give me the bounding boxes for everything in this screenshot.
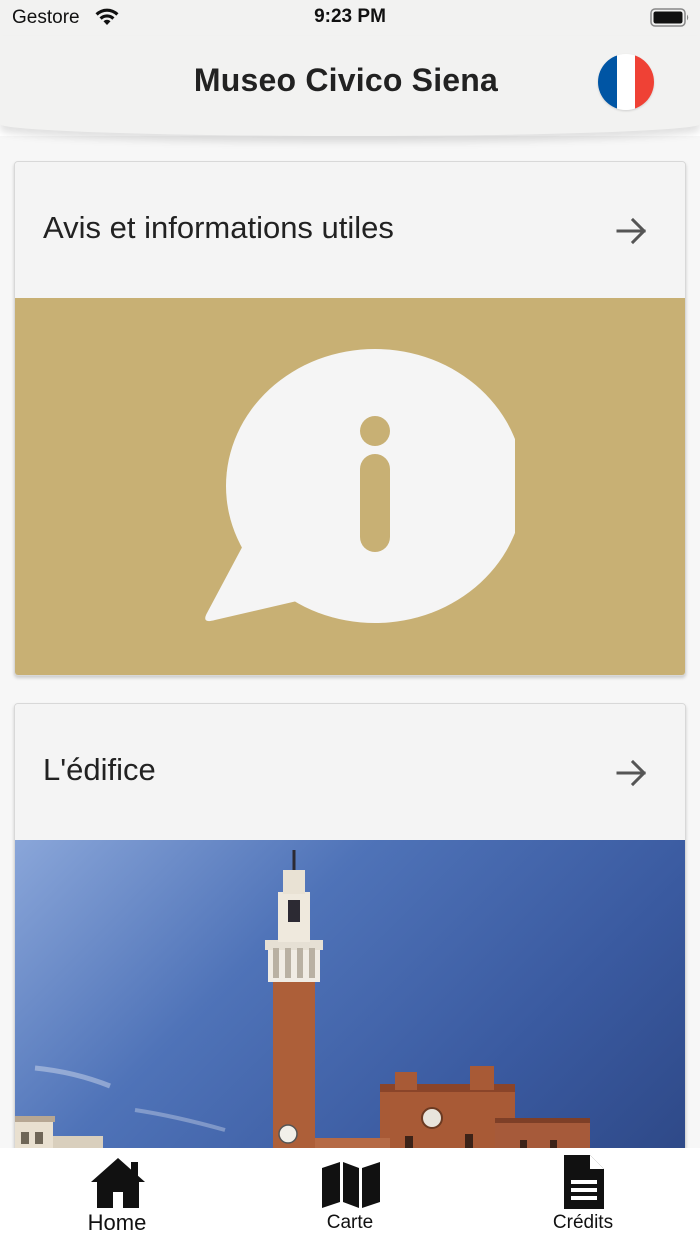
tab-home-label: Home <box>87 1210 147 1235</box>
info-card-title: Avis et informations utiles <box>43 210 394 245</box>
status-time: 9:23 PM <box>314 6 386 27</box>
info-card-media[interactable] <box>15 298 685 675</box>
building-card[interactable]: L'édifice <box>14 703 686 1148</box>
arrow-right-icon[interactable] <box>615 756 649 790</box>
building-card-title: L'édifice <box>43 752 156 787</box>
info-card-header[interactable]: Avis et informations utiles <box>15 162 685 298</box>
info-speech-bubble-icon <box>205 349 515 623</box>
tab-home[interactable]: Home <box>47 1148 187 1244</box>
content-scroll-area[interactable]: Avis et informations utiles L'édifice <box>0 136 700 1148</box>
battery-icon <box>650 8 689 27</box>
building-card-header[interactable]: L'édifice <box>15 704 685 840</box>
tab-map-label: Carte <box>326 1212 374 1233</box>
arrow-right-icon[interactable] <box>615 214 649 248</box>
tab-map[interactable]: Carte <box>280 1148 420 1244</box>
page-title: Museo Civico Siena <box>193 62 499 98</box>
palazzo-pubblico-illustration <box>15 850 590 1148</box>
tab-bar: Home Carte Crédits <box>0 1148 700 1244</box>
document-icon <box>564 1155 604 1209</box>
flag-white-stripe <box>616 54 636 110</box>
status-bar: Gestore 9:23 PM <box>0 0 700 36</box>
language-flag-button[interactable] <box>598 54 654 110</box>
app-header: Museo Civico Siena <box>0 36 700 136</box>
map-icon <box>322 1162 380 1208</box>
tab-credits[interactable]: Crédits <box>513 1148 653 1244</box>
info-card[interactable]: Avis et informations utiles <box>14 161 686 676</box>
building-photo[interactable] <box>15 840 685 1148</box>
tab-credits-label: Crédits <box>552 1212 614 1233</box>
home-icon <box>91 1158 145 1208</box>
